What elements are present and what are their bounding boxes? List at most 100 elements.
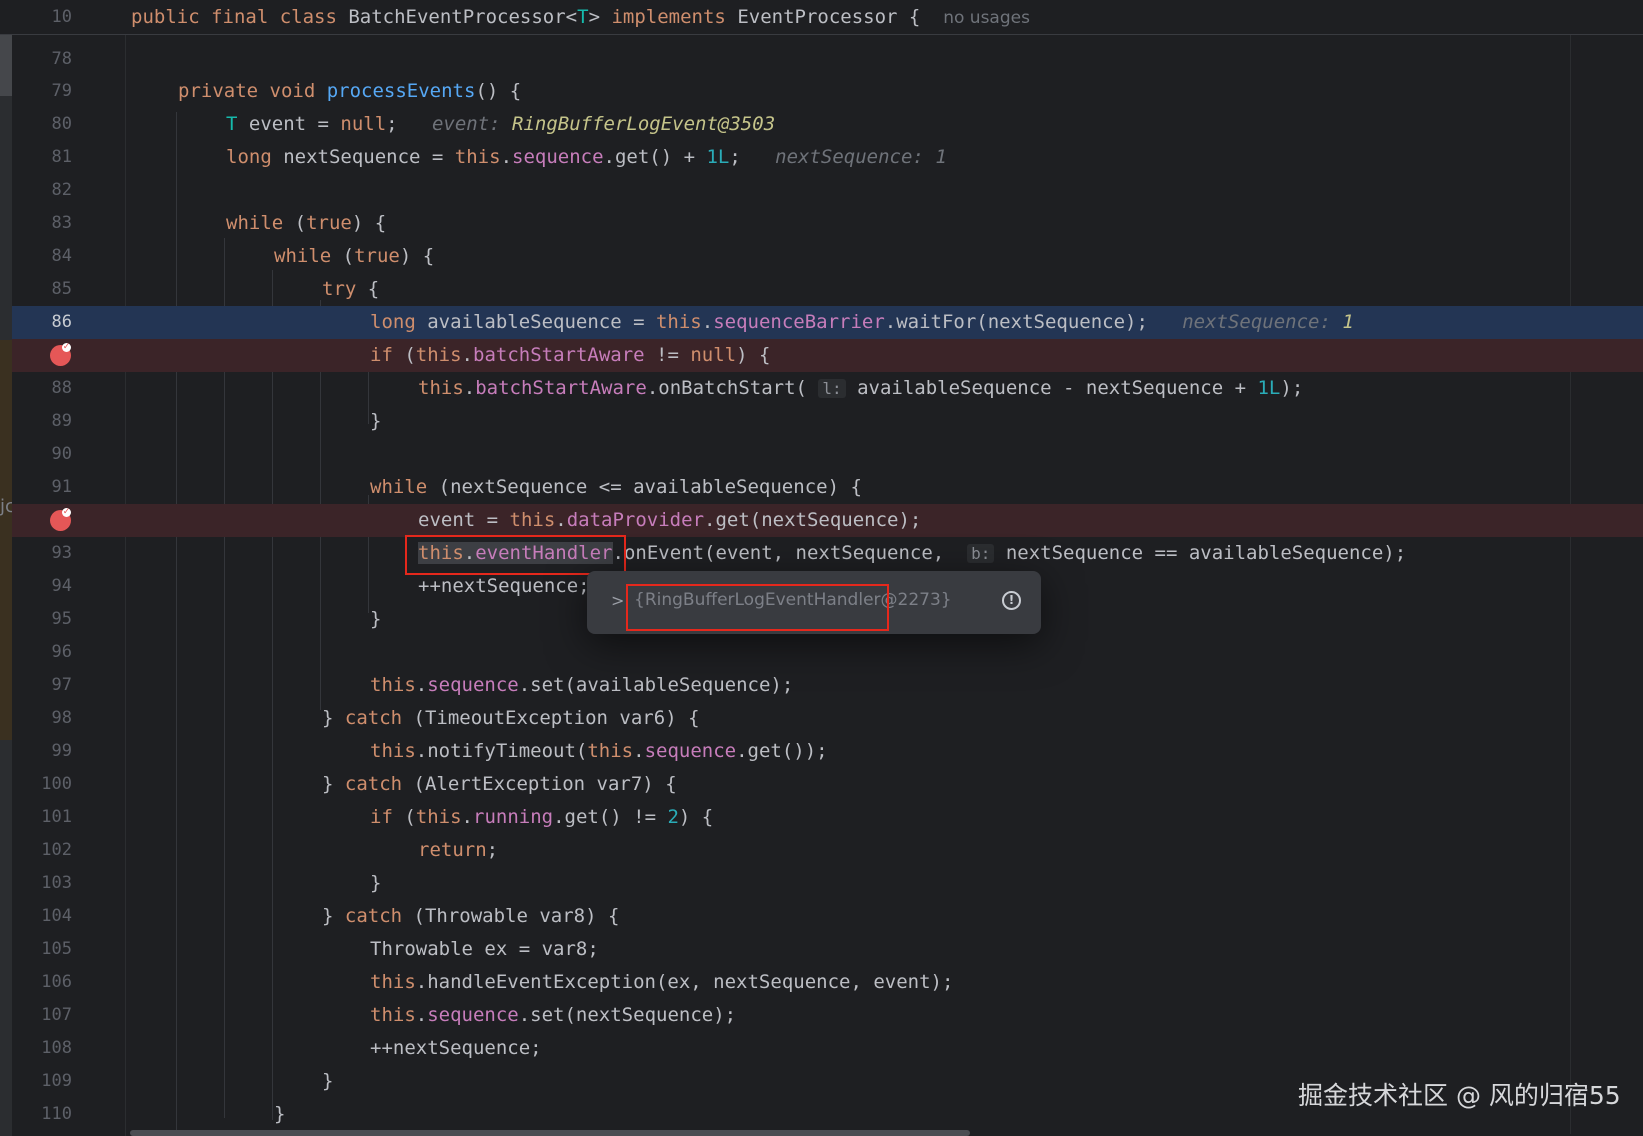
line-number[interactable]: 82 <box>12 174 72 207</box>
code-line[interactable]: this.batchStartAware.onBatchStart( l: av… <box>418 372 1303 405</box>
code-row: 89 } <box>12 405 1643 438</box>
change-marker <box>0 340 12 740</box>
code-line[interactable]: private void processEvents() { <box>178 75 521 108</box>
code-line[interactable]: while (true) { <box>226 207 386 240</box>
code-line[interactable]: } <box>322 1065 333 1098</box>
line-number[interactable]: 95 <box>12 603 72 636</box>
left-tool-strip <box>0 0 12 1136</box>
code-line[interactable]: } <box>370 867 381 900</box>
line-number[interactable]: 94 <box>12 570 72 603</box>
code-line: public final class BatchEventProcessor<T… <box>131 6 1030 28</box>
line-number[interactable]: 93 <box>12 537 72 570</box>
horizontal-scrollbar[interactable] <box>130 1130 970 1136</box>
code-row: 99 this.notifyTimeout(this.sequence.get(… <box>12 735 1643 768</box>
line-number[interactable]: 86 <box>12 306 72 339</box>
code-line[interactable]: while (true) { <box>274 240 434 273</box>
line-number[interactable]: 85 <box>12 273 72 306</box>
code-line[interactable]: } <box>370 405 381 438</box>
line-number[interactable]: 98 <box>12 702 72 735</box>
code-line[interactable]: long nextSequence = this.sequence.get() … <box>226 141 947 174</box>
line-number[interactable]: 78 <box>12 43 72 76</box>
watermark: 掘金技术社区 @ 风的归宿55 <box>1298 1081 1621 1110</box>
line-number[interactable]: 110 <box>12 1098 72 1131</box>
code-line[interactable]: this.handleEventException(ex, nextSequen… <box>370 966 953 999</box>
line-number[interactable]: 84 <box>12 240 72 273</box>
code-line[interactable]: } <box>370 603 381 636</box>
line-number[interactable]: 104 <box>12 900 72 933</box>
code-line[interactable]: long availableSequence = this.sequenceBa… <box>370 306 1354 339</box>
code-row: 91 while (nextSequence <= availableSeque… <box>12 471 1643 504</box>
code-row: 98 } catch (TimeoutException var6) { <box>12 702 1643 735</box>
code-row: 96 <box>12 636 1643 669</box>
line-number[interactable]: 83 <box>12 207 72 240</box>
code-row: 107 this.sequence.set(nextSequence); <box>12 999 1643 1032</box>
debug-hint-label: event: <box>431 113 501 135</box>
line-number[interactable]: 91 <box>12 471 72 504</box>
code-row: 83 while (true) { <box>12 207 1643 240</box>
line-number[interactable]: 90 <box>12 438 72 471</box>
sticky-class-header: 10 public final class BatchEventProcesso… <box>0 0 1643 35</box>
code-row: 103 } <box>12 867 1643 900</box>
line-number[interactable]: 102 <box>12 834 72 867</box>
code-row: 80 T event = null; event: RingBufferLogE… <box>12 108 1643 141</box>
line-number[interactable]: 109 <box>12 1065 72 1098</box>
expand-chevron-icon[interactable]: > <box>611 591 624 610</box>
code-line[interactable]: Throwable ex = var8; <box>370 933 599 966</box>
line-number[interactable]: 108 <box>12 1032 72 1065</box>
code-line[interactable]: T event = null; event: RingBufferLogEven… <box>226 108 775 141</box>
line-number[interactable]: 96 <box>12 636 72 669</box>
code-line[interactable]: this.notifyTimeout(this.sequence.get()); <box>370 735 828 768</box>
debug-hint-label: nextSequence: <box>1182 311 1331 333</box>
code-row: 101 if (this.running.get() != 2) { <box>12 801 1643 834</box>
code-row: 100 } catch (AlertException var7) { <box>12 768 1643 801</box>
line-number[interactable]: 107 <box>12 999 72 1032</box>
code-row: 90 <box>12 438 1643 471</box>
annotation-box-expression <box>405 535 626 575</box>
code-line[interactable]: this.sequence.set(nextSequence); <box>370 999 736 1032</box>
line-number[interactable]: 100 <box>12 768 72 801</box>
line-number[interactable]: 80 <box>12 108 72 141</box>
line-number[interactable]: 106 <box>12 966 72 999</box>
code-line[interactable]: while (nextSequence <= availableSequence… <box>370 471 862 504</box>
code-line[interactable]: if (this.batchStartAware != null) { <box>370 339 770 372</box>
debug-hint-value: 1 <box>1342 311 1354 333</box>
code-line[interactable]: return; <box>418 834 498 867</box>
line-number[interactable]: 103 <box>12 867 72 900</box>
code-line[interactable]: } catch (Throwable var8) { <box>322 900 619 933</box>
code-line[interactable]: try { <box>322 273 379 306</box>
line-number[interactable]: 89 <box>12 405 72 438</box>
line-number[interactable]: 105 <box>12 933 72 966</box>
info-icon[interactable]: ! <box>1002 591 1021 610</box>
annotation-box-value <box>626 584 889 631</box>
line-number[interactable]: 101 <box>12 801 72 834</box>
code-row: 78 <box>12 43 1643 76</box>
code-row: 79 private void processEvents() { <box>12 75 1643 108</box>
code-row: 82 <box>12 174 1643 207</box>
code-row: 108 ++nextSequence; <box>12 1032 1643 1065</box>
line-number[interactable]: 88 <box>12 372 72 405</box>
line-number[interactable]: 99 <box>12 735 72 768</box>
code-row: 93 this.eventHandler.onEvent(event, next… <box>12 537 1643 570</box>
code-row: 88 this.batchStartAware.onBatchStart( l:… <box>12 372 1643 405</box>
execution-point-row: 86 long availableSequence = this.sequenc… <box>12 306 1643 339</box>
code-line[interactable]: if (this.running.get() != 2) { <box>370 801 713 834</box>
code-row: 97 this.sequence.set(availableSequence); <box>12 669 1643 702</box>
code-row: 105 Throwable ex = var8; <box>12 933 1643 966</box>
code-line[interactable]: event = this.dataProvider.get(nextSequen… <box>418 504 921 537</box>
line-number[interactable]: 97 <box>12 669 72 702</box>
line-number: 10 <box>51 7 72 27</box>
usages-hint[interactable]: no usages <box>943 8 1030 28</box>
code-line[interactable]: } catch (TimeoutException var6) { <box>322 702 700 735</box>
code-line[interactable]: } catch (AlertException var7) { <box>322 768 677 801</box>
breakpoint-check-icon: ✓ <box>62 342 71 352</box>
code-row: 106 this.handleEventException(ex, nextSe… <box>12 966 1643 999</box>
debug-hint-value: RingBufferLogEvent@3503 <box>512 113 776 135</box>
code-line[interactable]: ++nextSequence; <box>370 1032 542 1065</box>
line-number[interactable]: 81 <box>12 141 72 174</box>
breakpoint-check-icon: ✓ <box>62 507 71 517</box>
line-number[interactable]: 79 <box>12 75 72 108</box>
code-line[interactable]: this.sequence.set(availableSequence); <box>370 669 793 702</box>
debug-hint-label: nextSequence: <box>775 146 924 168</box>
debug-hint-value: 1 <box>935 146 947 168</box>
code-line[interactable]: } <box>274 1098 285 1131</box>
